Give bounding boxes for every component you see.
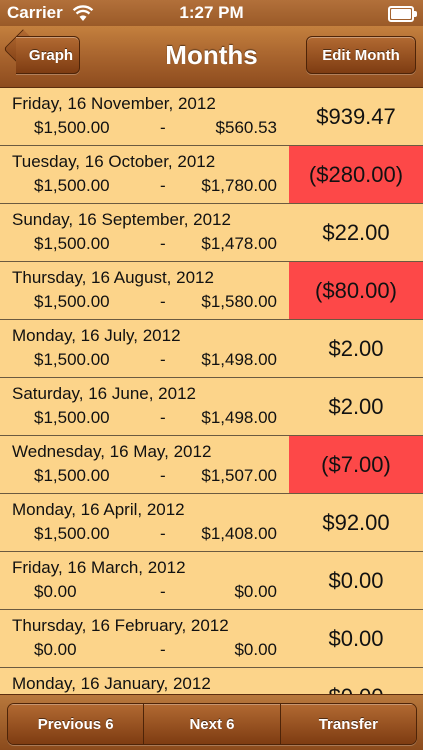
row-expense-value: $1,780.00 — [201, 176, 277, 195]
month-row[interactable]: Sunday, 16 September, 2012 $1,500.00 - $1,4… — [0, 204, 423, 262]
row-date-label: Thursday, 16 August, 2012 — [12, 268, 214, 287]
row-balance-value: $22.00 — [322, 219, 390, 245]
row-balance-value: $0.00 — [328, 625, 384, 651]
row-income-value: $1,500.00 — [34, 350, 110, 369]
row-dash: - — [160, 408, 166, 427]
row-balance-value: $92.00 — [322, 509, 390, 535]
month-row[interactable]: Monday, 16 July, 2012 $1,500.00 - $1,498.00… — [0, 320, 423, 378]
row-dash: - — [160, 118, 166, 137]
row-date-label: Friday, 16 March, 2012 — [12, 558, 186, 577]
row-dash: - — [160, 582, 166, 601]
row-balance-value: ($80.00) — [289, 262, 423, 319]
row-balance-value: $0.00 — [289, 668, 423, 695]
status-time: 1:27 PM — [179, 3, 244, 22]
row-income-value: $1,500.00 — [34, 234, 110, 253]
row-expense-value: $0.00 — [234, 640, 277, 659]
row-income-value: $0.00 — [34, 640, 77, 659]
row-expense-value: $1,478.00 — [201, 234, 277, 253]
previous-6-button[interactable]: Previous 6 — [8, 704, 145, 744]
row-date-label: Tuesday, 16 October, 2012 — [12, 152, 216, 171]
row-income-value: $1,500.00 — [34, 466, 110, 485]
row-income-value: $1,500.00 — [34, 118, 110, 137]
row-income-value: $1,500.00 — [34, 176, 110, 195]
month-row[interactable]: Friday, 16 March, 2012 $0.00 - $0.00 $0.00 — [0, 552, 423, 610]
row-date-label: Monday, 16 July, 2012 — [12, 326, 181, 345]
row-expense-value: $1,507.00 — [201, 466, 277, 485]
row-balance-value: $2.00 — [328, 393, 384, 419]
row-income-value: $0.00 — [34, 582, 77, 601]
row-dash: - — [160, 350, 166, 369]
app-screen: Carrier 1:27 PM Graph Months Edit Month … — [0, 0, 423, 750]
row-income-value: $1,500.00 — [34, 408, 110, 427]
month-row[interactable]: Friday, 16 November, 2012 $1,500.00 - $560.… — [0, 88, 423, 146]
row-date-label: Monday, 16 January, 2012 — [12, 674, 211, 693]
row-expense-value: $1,580.00 — [201, 292, 277, 311]
toolbar-segmented-control: Previous 6 Next 6 Transfer — [7, 703, 417, 745]
row-dash: - — [160, 640, 166, 659]
edit-month-button[interactable]: Edit Month — [306, 36, 416, 74]
row-balance-value: $2.00 — [328, 335, 384, 361]
row-date-label: Friday, 16 November, 2012 — [12, 94, 216, 113]
next-6-button[interactable]: Next 6 — [144, 704, 281, 744]
battery-icon — [388, 6, 417, 22]
month-row[interactable]: Saturday, 16 June, 2012 $1,500.00 - $1,498.… — [0, 378, 423, 436]
bottom-toolbar: Previous 6 Next 6 Transfer — [0, 694, 423, 750]
row-expense-value: $0.00 — [234, 582, 277, 601]
row-dash: - — [160, 524, 166, 543]
row-date-label: Sunday, 16 September, 2012 — [12, 210, 231, 229]
row-expense-value: $1,408.00 — [201, 524, 277, 543]
row-balance-value: ($280.00) — [289, 146, 423, 203]
row-income-value: $1,500.00 — [34, 292, 110, 311]
month-row[interactable]: Thursday, 16 August, 2012 $1,500.00 - $1,58… — [0, 262, 423, 320]
status-bar: Carrier 1:27 PM — [0, 0, 423, 26]
row-dash: - — [160, 176, 166, 195]
row-income-value: $1,500.00 — [34, 524, 110, 543]
month-row[interactable]: Tuesday, 16 October, 2012 $1,500.00 - $1,78… — [0, 146, 423, 204]
month-row[interactable]: Monday, 16 April, 2012 $1,500.00 - $1,408.0… — [0, 494, 423, 552]
row-balance-value: ($7.00) — [289, 436, 423, 493]
transfer-button[interactable]: Transfer — [280, 704, 416, 744]
month-row[interactable]: Wednesday, 16 May, 2012 $1,500.00 - $1,507.… — [0, 436, 423, 494]
navigation-bar: Graph Months Edit Month — [0, 26, 423, 88]
row-dash: - — [160, 292, 166, 311]
row-date-label: Saturday, 16 June, 2012 — [12, 384, 196, 403]
row-date-label: Monday, 16 April, 2012 — [12, 500, 185, 519]
row-expense-value: $560.53 — [215, 118, 277, 137]
row-date-label: Thursday, 16 February, 2012 — [12, 616, 229, 635]
row-balance-value: $939.47 — [316, 103, 396, 129]
month-row[interactable]: Thursday, 16 February, 2012 $0.00 - $0.00 $0… — [0, 610, 423, 668]
row-expense-value: $1,498.00 — [201, 350, 277, 369]
row-balance-value: $0.00 — [328, 567, 384, 593]
row-dash: - — [160, 234, 166, 253]
row-date-label: Wednesday, 16 May, 2012 — [12, 442, 212, 461]
month-list[interactable]: Friday, 16 November, 2012 $1,500.00 - $560.… — [0, 88, 423, 694]
month-row[interactable]: Monday, 16 January, 2012 $0.00 — [0, 668, 423, 694]
battery-fill — [391, 9, 411, 19]
row-dash: - — [160, 466, 166, 485]
row-expense-value: $1,498.00 — [201, 408, 277, 427]
